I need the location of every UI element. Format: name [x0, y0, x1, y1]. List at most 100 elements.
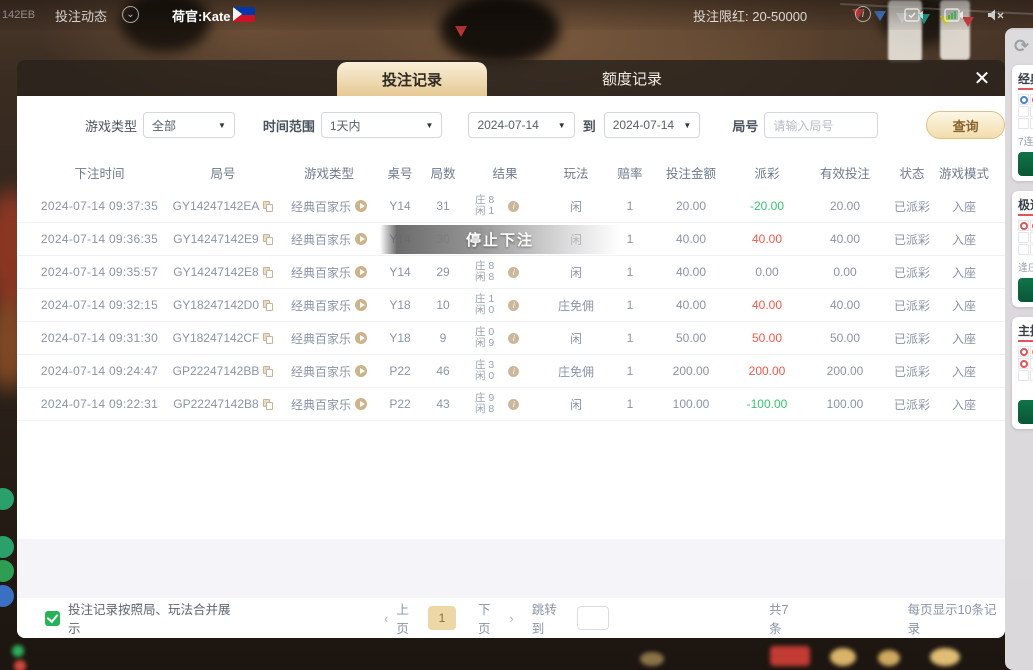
- cell-bet-amount: 50.00: [653, 331, 729, 345]
- cell-odds: 1: [607, 331, 653, 345]
- result-detail-icon[interactable]: i: [508, 300, 519, 311]
- prev-page-button[interactable]: 上页: [396, 599, 419, 637]
- table-row[interactable]: 2024-07-14 09:22:31 GP22247142B8 经典百家乐 P…: [17, 388, 1005, 421]
- cell-valid-bet: 100.00: [805, 397, 885, 411]
- table-row[interactable]: 2024-07-14 09:31:30 GY18247142CF 经典百家乐 Y…: [17, 322, 1005, 355]
- cell-play-type: 闲: [545, 396, 607, 413]
- game-type-label: 游戏类型: [85, 116, 137, 135]
- mute-speaker-icon[interactable]: [985, 5, 1007, 24]
- play-video-icon[interactable]: [355, 200, 367, 212]
- round-id-input[interactable]: 请输入局号: [764, 112, 878, 138]
- video-quality-icon[interactable]: [943, 5, 965, 24]
- cell-odds: 1: [607, 199, 653, 213]
- table-row[interactable]: 2024-07-14 09:32:15 GY18247142D0 经典百家乐 Y…: [17, 289, 1005, 322]
- chevron-down-icon[interactable]: ⌄: [122, 6, 139, 23]
- cell-status: 已派彩: [885, 396, 939, 413]
- cell-table-no: Y18: [379, 298, 421, 312]
- modal-panel: 游戏类型 全部▼ 时间范围 1天内▼ 2024-07-14▼ 到 2024-07…: [17, 96, 1005, 638]
- play-video-icon[interactable]: [355, 299, 367, 311]
- current-page-badge[interactable]: 1: [428, 606, 456, 630]
- result-detail-icon[interactable]: i: [508, 399, 519, 410]
- date-to-select[interactable]: 2024-07-14▼: [604, 112, 701, 138]
- lobby-card[interactable]: 极速逢庄: [1012, 191, 1033, 307]
- cell-payout: 0.00: [729, 265, 805, 279]
- play-video-icon[interactable]: [355, 233, 367, 245]
- merge-checkbox[interactable]: [45, 611, 60, 626]
- cell-valid-bet: 0.00: [805, 265, 885, 279]
- cell-odds: 1: [607, 364, 653, 378]
- tab-credit-records[interactable]: 额度记录: [577, 60, 687, 96]
- enter-table-button[interactable]: [1018, 152, 1033, 176]
- play-video-icon[interactable]: [355, 365, 367, 377]
- result-player: 闲 0: [475, 371, 494, 382]
- cell-game-type: 经典百家乐: [291, 297, 351, 314]
- prev-chevron-icon: ‹: [384, 611, 388, 626]
- streak-label: [1018, 385, 1033, 396]
- merge-records-label: 投注记录按照局、玩法合并展示: [68, 599, 236, 637]
- result-detail-icon[interactable]: i: [508, 201, 519, 212]
- copy-icon[interactable]: [263, 333, 273, 344]
- cell-table-no: Y18: [379, 331, 421, 345]
- copy-icon[interactable]: [263, 201, 273, 212]
- copy-icon[interactable]: [263, 300, 273, 311]
- cell-odds: 1: [607, 265, 653, 279]
- cell-game-mode: 入座: [939, 363, 989, 380]
- copy-icon[interactable]: [263, 234, 273, 245]
- cell-table-no: Y14: [379, 265, 421, 279]
- table-body: 2024-07-14 09:37:35 GY14247142EA 经典百家乐 Y…: [17, 190, 1005, 421]
- cell-bet-amount: 40.00: [653, 298, 729, 312]
- result-detail-icon[interactable]: i: [508, 333, 519, 344]
- cell-play-type: 闲: [545, 198, 607, 215]
- limit-info-icon[interactable]: i: [855, 6, 871, 22]
- roadmap-grid: [1018, 346, 1033, 381]
- copy-icon[interactable]: [263, 366, 273, 377]
- result-detail-icon[interactable]: i: [508, 366, 519, 377]
- table-row[interactable]: 2024-07-14 09:35:57 GY14247142E8 经典百家乐 Y…: [17, 256, 1005, 289]
- result-detail-icon[interactable]: i: [508, 267, 519, 278]
- caret-down-icon: ▼: [418, 121, 434, 130]
- bet-dynamics-label[interactable]: 投注动态: [55, 6, 107, 25]
- close-icon[interactable]: ✕: [969, 66, 995, 92]
- lobby-card[interactable]: 经典7连: [1012, 65, 1033, 181]
- cell-round-id: GY18247142CF: [173, 331, 260, 345]
- caret-down-icon: ▼: [675, 121, 691, 130]
- play-video-icon[interactable]: [355, 266, 367, 278]
- cell-status: 已派彩: [885, 363, 939, 380]
- time-range-select[interactable]: 1天内▼: [321, 112, 443, 138]
- cell-bet-amount: 200.00: [653, 364, 729, 378]
- enter-table-button[interactable]: [1018, 400, 1033, 424]
- cell-round-id: GY14247142E9: [173, 232, 258, 246]
- result-player: 闲 9: [475, 338, 494, 349]
- cell-play-type: 庄免佣: [545, 363, 607, 380]
- copy-icon[interactable]: [263, 399, 273, 410]
- cell-game-type: 经典百家乐: [291, 363, 351, 380]
- cell-status: 已派彩: [885, 231, 939, 248]
- play-video-icon[interactable]: [355, 332, 367, 344]
- cell-game-mode: 入座: [939, 231, 989, 248]
- game-type-select[interactable]: 全部▼: [143, 112, 235, 138]
- table-row[interactable]: 2024-07-14 09:24:47 GP22247142BB 经典百家乐 P…: [17, 355, 1005, 388]
- cell-valid-bet: 40.00: [805, 232, 885, 246]
- jump-page-input[interactable]: [577, 606, 609, 630]
- lobby-card[interactable]: 主播: [1012, 317, 1033, 429]
- enter-table-button[interactable]: [1018, 278, 1033, 302]
- tab-bet-records[interactable]: 投注记录: [337, 62, 487, 96]
- top-bar: 142EB 投注动态 ⌄ 荷官:Kate 投注限红: 20-50000 i: [0, 0, 1033, 30]
- cell-round-id: GY14247142EA: [173, 199, 260, 213]
- date-to-label: 到: [583, 116, 596, 135]
- table-row[interactable]: 2024-07-14 09:36:35 GY14247142E9 经典百家乐 Y…: [17, 223, 1005, 256]
- cell-play-type: 庄免佣: [545, 297, 607, 314]
- copy-icon[interactable]: [263, 267, 273, 278]
- next-page-button[interactable]: 下页: [478, 599, 501, 637]
- cell-payout: 40.00: [729, 298, 805, 312]
- table-row[interactable]: 2024-07-14 09:37:35 GY14247142EA 经典百家乐 Y…: [17, 190, 1005, 223]
- refresh-icon[interactable]: ⟳: [1014, 36, 1033, 57]
- play-video-icon[interactable]: [355, 398, 367, 410]
- video-toggle-icon[interactable]: [903, 5, 925, 24]
- game-lobby-sidebar: ⟳ 经典7连极速逢庄主播: [1005, 28, 1033, 670]
- cell-payout: -20.00: [729, 199, 805, 213]
- date-from-select[interactable]: 2024-07-14▼: [468, 112, 574, 138]
- query-button[interactable]: 查询: [926, 111, 1005, 139]
- cell-game-mode: 入座: [939, 198, 989, 215]
- cell-round-no: 43: [421, 397, 465, 411]
